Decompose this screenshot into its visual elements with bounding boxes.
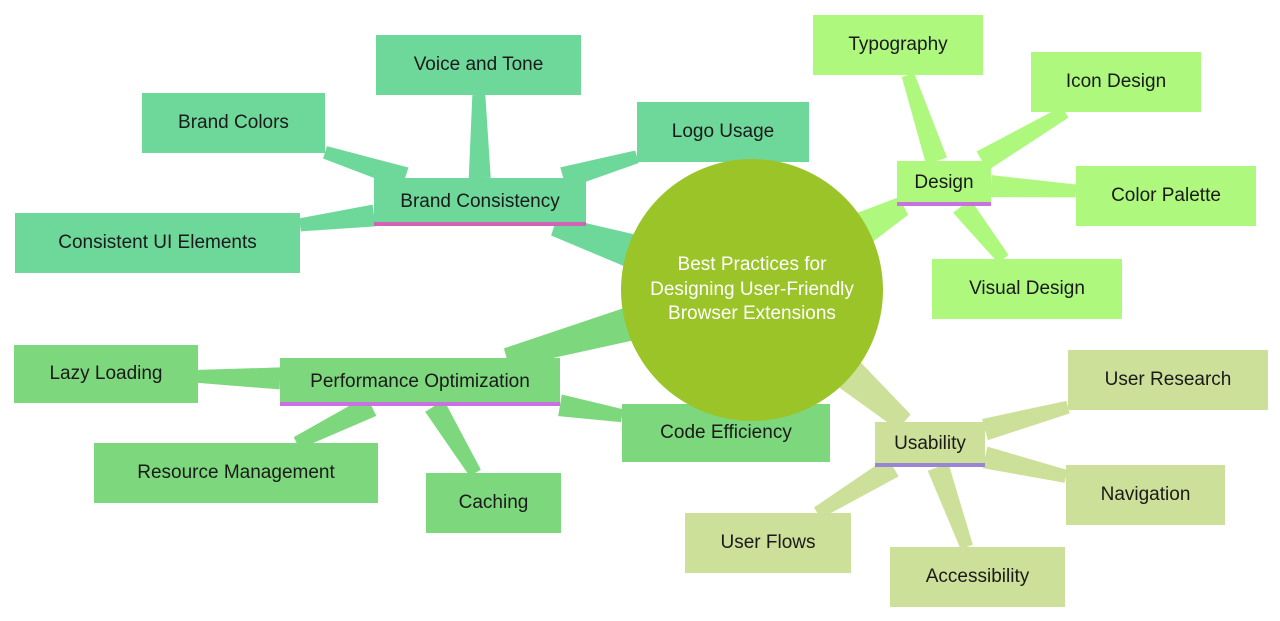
branch-underline: [875, 463, 985, 467]
leaf-node-accessibility[interactable]: Accessibility: [890, 547, 1065, 607]
node-label: Voice and Tone: [413, 53, 544, 75]
leaf-node-brand-colors[interactable]: Brand Colors: [142, 93, 325, 153]
mindmap-edge: [425, 400, 481, 477]
mindmap-edge: [927, 463, 973, 550]
leaf-node-lazy-loading[interactable]: Lazy Loading: [14, 345, 198, 403]
branch-node-performance-optimization[interactable]: Performance Optimization: [280, 358, 560, 406]
branch-underline: [280, 402, 560, 406]
node-label: Brand Consistency: [400, 190, 560, 212]
branch-underline: [374, 222, 586, 226]
mindmap-edge: [982, 400, 1070, 441]
root-node[interactable]: Best Practices for Designing User-Friend…: [621, 159, 883, 421]
mindmap-edge: [901, 72, 947, 165]
node-label: Resource Management: [137, 461, 335, 483]
node-label: Caching: [458, 491, 529, 513]
node-label: Typography: [848, 33, 948, 55]
node-label: Brand Colors: [178, 111, 289, 133]
leaf-node-user-research[interactable]: User Research: [1068, 350, 1268, 410]
node-label: Visual Design: [969, 277, 1085, 299]
node-label: Color Palette: [1111, 184, 1221, 206]
branch-node-usability[interactable]: Usability: [875, 422, 985, 467]
mindmap-edge: [299, 204, 376, 232]
leaf-node-consistent-ui-elements[interactable]: Consistent UI Elements: [15, 213, 300, 273]
branch-node-brand-consistency[interactable]: Brand Consistency: [374, 178, 586, 226]
node-label: Navigation: [1100, 483, 1191, 505]
node-label: Consistent UI Elements: [58, 231, 257, 253]
leaf-node-icon-design[interactable]: Icon Design: [1031, 52, 1201, 112]
mindmap-canvas: Best Practices for Designing User-Friend…: [0, 0, 1280, 621]
leaf-node-color-palette[interactable]: Color Palette: [1076, 166, 1256, 226]
mindmap-edge: [558, 394, 624, 423]
leaf-node-resource-management[interactable]: Resource Management: [94, 443, 378, 503]
leaf-node-navigation[interactable]: Navigation: [1066, 465, 1225, 525]
node-label: Logo Usage: [671, 120, 775, 142]
leaf-node-typography[interactable]: Typography: [813, 15, 983, 75]
leaf-node-logo-usage[interactable]: Logo Usage: [637, 102, 809, 162]
node-label: Code Efficiency: [660, 421, 792, 443]
leaf-node-visual-design[interactable]: Visual Design: [932, 259, 1122, 319]
mindmap-edge: [468, 94, 491, 179]
node-label: Icon Design: [1065, 70, 1167, 92]
node-label: Performance Optimization: [310, 370, 530, 392]
leaf-node-user-flows[interactable]: User Flows: [685, 513, 851, 573]
node-label: User Research: [1104, 368, 1232, 390]
node-label: Accessibility: [925, 565, 1030, 587]
branch-underline: [897, 202, 991, 206]
node-label: Usability: [894, 433, 966, 455]
leaf-node-caching[interactable]: Caching: [426, 473, 561, 533]
mindmap-edge: [982, 446, 1068, 483]
node-label: Design: [914, 172, 974, 194]
node-label: Lazy Loading: [49, 362, 163, 384]
mindmap-edge: [953, 199, 1009, 264]
mindmap-edge: [197, 367, 281, 390]
leaf-node-voice-and-tone[interactable]: Voice and Tone: [376, 35, 581, 95]
node-label: User Flows: [720, 531, 816, 553]
mindmap-edge: [990, 175, 1077, 198]
branch-node-design[interactable]: Design: [897, 161, 991, 206]
